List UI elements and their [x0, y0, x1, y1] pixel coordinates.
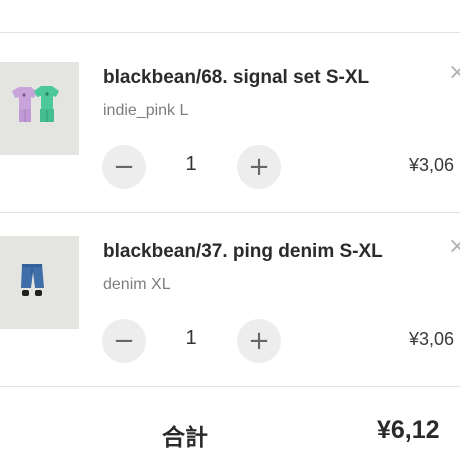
decrease-quantity-button[interactable]: − [102, 145, 146, 189]
close-icon[interactable]: × [448, 62, 460, 84]
quantity-value: 1 [185, 153, 197, 175]
increase-quantity-button[interactable]: + [237, 319, 281, 363]
increase-quantity-button[interactable]: + [237, 145, 281, 189]
product-variant: indie_pink L [103, 102, 189, 119]
total-label: 合計 [162, 425, 208, 451]
product-thumbnail[interactable] [0, 236, 79, 329]
cart-item: blackbean/37. ping denim S-XL denim XL ×… [0, 206, 460, 376]
quantity-value: 1 [185, 327, 197, 349]
item-price: ¥3,06 [409, 329, 455, 349]
total-value: ¥6,12 [377, 416, 440, 444]
product-title[interactable]: blackbean/68. signal set S-XL [103, 67, 369, 89]
summary-divider [0, 386, 460, 387]
decrease-quantity-button[interactable]: − [102, 319, 146, 363]
product-variant: denim XL [103, 276, 171, 293]
product-title[interactable]: blackbean/37. ping denim S-XL [103, 241, 383, 263]
item-price: ¥3,06 [409, 155, 455, 175]
close-icon[interactable]: × [448, 236, 460, 258]
cart-page: blackbean/68. signal set S-XL indie_pink… [0, 0, 460, 460]
signal-set-image [0, 62, 79, 155]
ping-denim-image [0, 236, 79, 329]
cart-item: blackbean/68. signal set S-XL indie_pink… [0, 32, 460, 202]
product-thumbnail[interactable] [0, 62, 79, 155]
